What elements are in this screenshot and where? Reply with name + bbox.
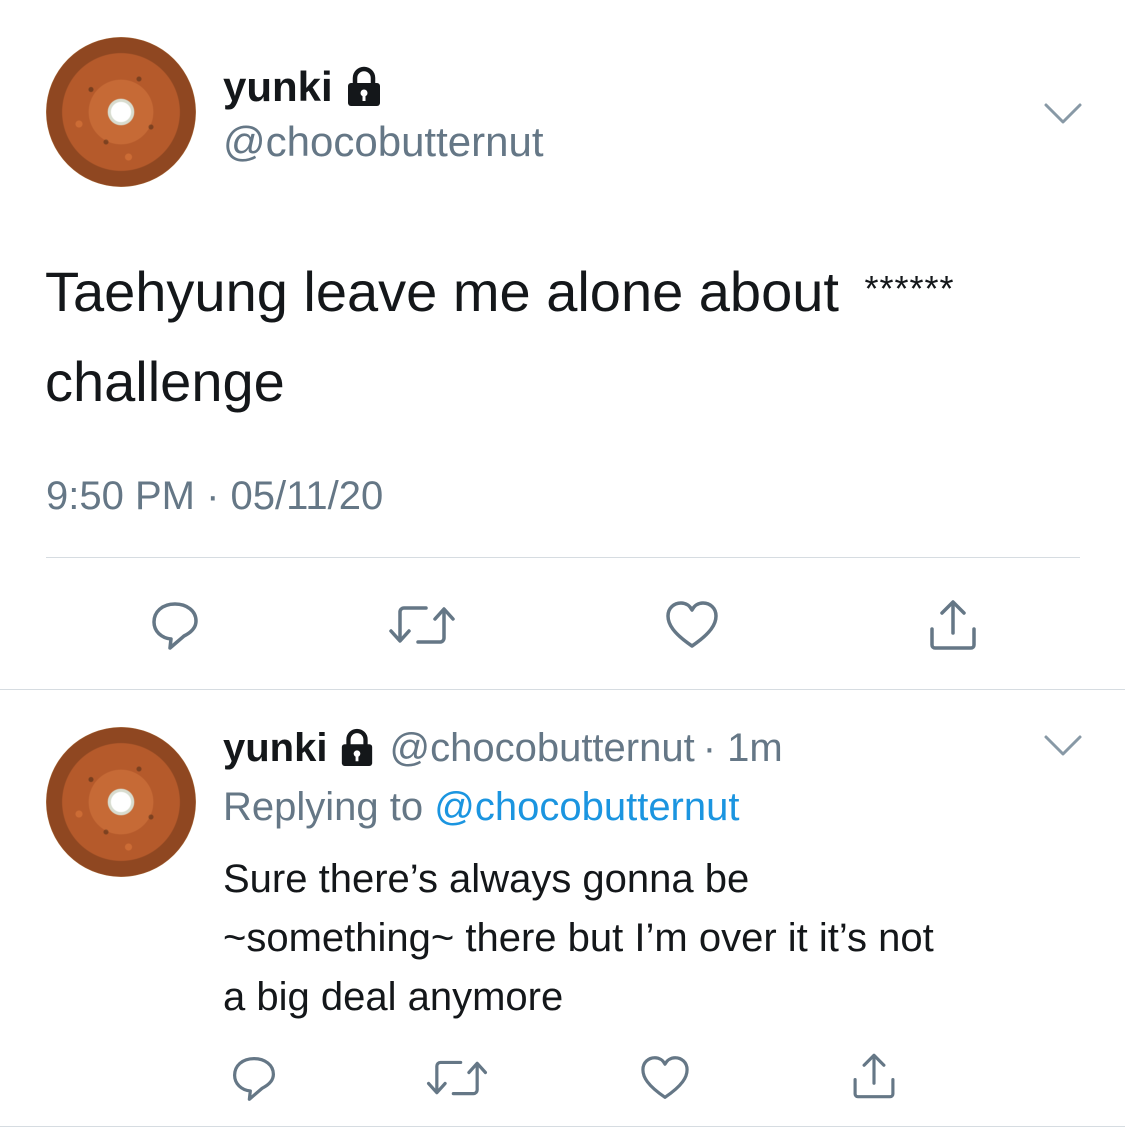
main-tweet-text: Taehyung leave me alone about ****** cha… — [45, 244, 1085, 427]
like-icon — [641, 1056, 689, 1099]
reply-text-line-3: a big deal anymore — [223, 975, 564, 1019]
reply-age: · 1m — [702, 726, 783, 770]
retweet-button[interactable] — [420, 1050, 494, 1106]
reply-display-name[interactable]: yunki — [223, 723, 327, 773]
reply-text-line-2: ~something~ there but I’m over it it’s n… — [223, 916, 934, 960]
reply-avatar[interactable] — [46, 727, 196, 877]
replying-to-mention[interactable]: @chocobutternut — [434, 785, 739, 829]
like-button[interactable] — [637, 1050, 693, 1106]
retweet-icon — [426, 1060, 488, 1096]
tweet-timestamp[interactable]: 9:50 PM · 05/11/20 — [46, 472, 383, 520]
retweet-icon — [389, 606, 455, 644]
reply-tweet-text: Sure there’s always gonna be ~something~… — [223, 850, 1093, 1027]
share-button[interactable] — [920, 592, 986, 658]
chevron-down-icon[interactable] — [1043, 101, 1083, 127]
reply-handle[interactable]: @chocobutternut — [389, 723, 694, 773]
reply-button[interactable] — [145, 595, 205, 655]
censored-text: ****** — [864, 268, 955, 309]
lock-icon — [342, 728, 373, 766]
share-icon — [930, 600, 976, 650]
share-icon — [853, 1053, 895, 1099]
main-tweet-line-1: Taehyung leave me alone about ****** — [45, 244, 1085, 337]
display-name-text: yunki — [223, 63, 333, 110]
share-button[interactable] — [844, 1046, 904, 1106]
main-display-name[interactable]: yunki — [223, 62, 383, 112]
bottom-divider — [0, 1126, 1125, 1127]
retweet-button[interactable] — [382, 595, 462, 655]
avatar-image — [46, 727, 196, 877]
main-tweet-text-start: Taehyung leave me alone about — [45, 260, 839, 323]
reply-icon — [233, 1057, 275, 1101]
timestamp-divider — [46, 557, 1080, 558]
avatar-image — [46, 37, 196, 187]
lock-icon — [347, 66, 380, 106]
like-icon — [666, 601, 718, 648]
main-avatar[interactable] — [46, 37, 196, 187]
replying-to-label: Replying to — [223, 785, 424, 829]
reply-icon — [152, 602, 198, 650]
like-button[interactable] — [662, 595, 722, 655]
main-tweet-line-2: challenge — [45, 350, 285, 413]
reply-button[interactable] — [226, 1050, 282, 1106]
chevron-down-icon[interactable] — [1043, 733, 1083, 759]
main-handle[interactable]: @chocobutternut — [223, 117, 544, 167]
replying-to-line: Replying to @chocobutternut — [223, 782, 739, 832]
tweet-divider — [0, 689, 1125, 690]
reply-text-line-1: Sure there’s always gonna be — [223, 857, 750, 901]
reply-header: yunki @chocobutternut · 1m — [223, 723, 783, 773]
